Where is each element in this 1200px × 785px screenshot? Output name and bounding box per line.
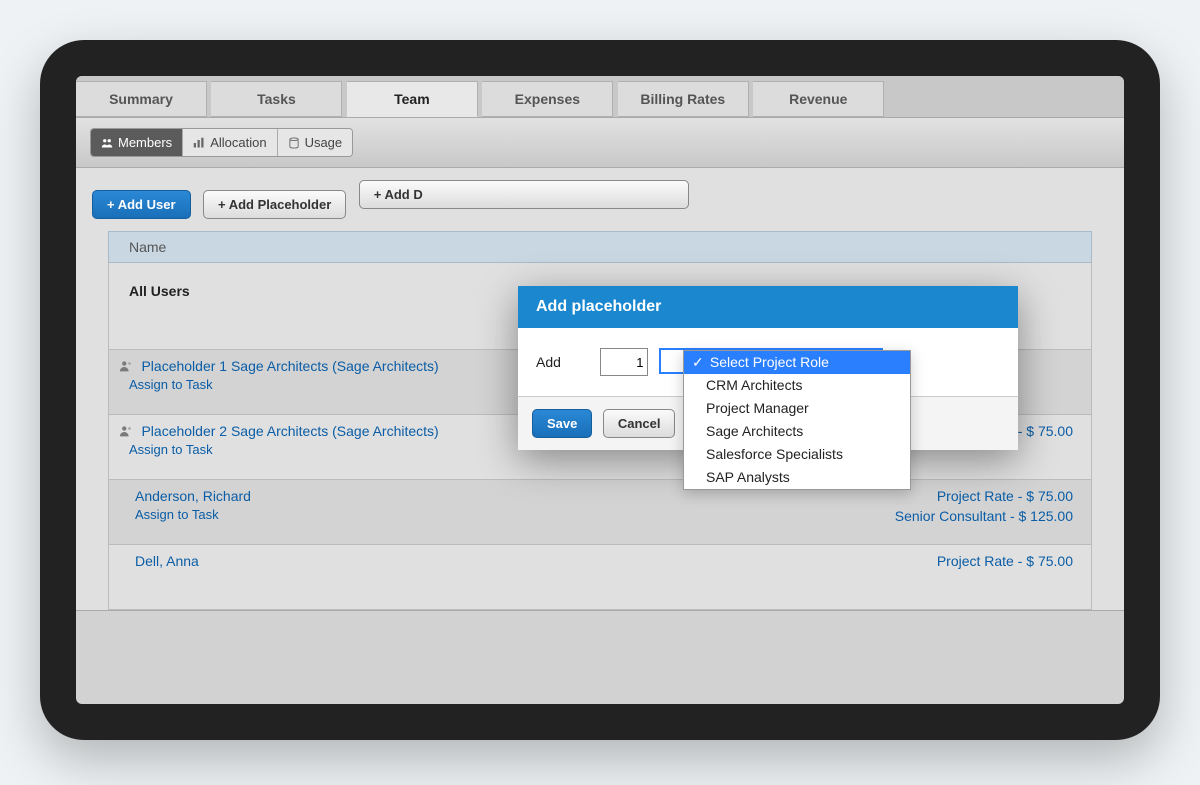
tab-tasks[interactable]: Tasks (211, 81, 342, 117)
subnav-allocation[interactable]: Allocation (183, 129, 277, 156)
subnav-group: Members Allocation Usage (90, 128, 353, 157)
role-option-select-label: Select Project Role (710, 354, 829, 370)
row-anderson-label: Anderson, Richard (135, 488, 251, 504)
modal-title: Add placeholder (518, 286, 1018, 328)
subnav-members[interactable]: Members (91, 129, 183, 156)
role-option-pm[interactable]: Project Manager (684, 397, 910, 420)
role-option-sf[interactable]: Salesforce Specialists (684, 443, 910, 466)
usage-icon (288, 137, 300, 149)
role-option-select[interactable]: ✓ Select Project Role (684, 351, 910, 374)
row-placeholder-2-assign[interactable]: Assign to Task (129, 442, 213, 457)
row-dell-label: Dell, Anna (135, 553, 199, 569)
subnav-usage[interactable]: Usage (278, 129, 353, 156)
subnav-allocation-label: Allocation (210, 135, 266, 150)
tab-billing-rates[interactable]: Billing Rates (618, 81, 749, 117)
row-anderson-rate1: Project Rate - $ 75.00 (937, 488, 1073, 504)
tab-summary[interactable]: Summary (76, 81, 207, 117)
check-icon: ✓ (692, 353, 704, 372)
row-placeholder-1-label: Placeholder 1 Sage Architects (Sage Arch… (141, 358, 438, 374)
tab-expenses[interactable]: Expenses (482, 81, 613, 117)
row-placeholder-2-label: Placeholder 2 Sage Architects (Sage Arch… (141, 423, 438, 439)
modal-add-label: Add (536, 354, 596, 370)
save-button[interactable]: Save (532, 409, 592, 438)
row-placeholder-1-assign[interactable]: Assign to Task (129, 377, 213, 392)
tab-team[interactable]: Team (347, 81, 478, 117)
role-option-crm[interactable]: CRM Architects (684, 374, 910, 397)
add-placeholder-button[interactable]: + Add Placeholder (203, 190, 346, 219)
modal-body: Add ✓ Select Project Role CRM Architects… (518, 328, 1018, 396)
screen: Summary Tasks Team Expenses Billing Rate… (76, 76, 1124, 704)
members-icon (101, 137, 113, 149)
row-all-users-label: All Users (129, 283, 190, 299)
add-placeholder-modal: Add placeholder Add ✓ Select Project Rol… (518, 286, 1018, 450)
placeholder-icon (119, 425, 133, 439)
role-option-sap[interactable]: SAP Analysts (684, 466, 910, 489)
role-option-sage[interactable]: Sage Architects (684, 420, 910, 443)
row-anderson[interactable]: Anderson, Richard Assign to Task Project… (108, 480, 1092, 545)
app-root: Summary Tasks Team Expenses Billing Rate… (0, 0, 1200, 785)
grid-header: Name (108, 231, 1092, 263)
placeholder-icon (119, 360, 133, 374)
role-dropdown[interactable]: ✓ Select Project Role CRM Architects Pro… (683, 350, 911, 490)
top-tabs: Summary Tasks Team Expenses Billing Rate… (76, 76, 1124, 118)
add-department-button[interactable]: + Add D (359, 180, 689, 209)
add-user-button[interactable]: + Add User (92, 190, 191, 219)
cancel-button[interactable]: Cancel (603, 409, 676, 438)
tab-revenue[interactable]: Revenue (753, 81, 884, 117)
col-name: Name (129, 239, 166, 255)
allocation-icon (193, 137, 205, 149)
row-dell[interactable]: Dell, Anna Project Rate - $ 75.00 (108, 545, 1092, 610)
team-subnav: Members Allocation Usage (76, 118, 1124, 168)
subnav-usage-label: Usage (305, 135, 343, 150)
quantity-input[interactable] (600, 348, 648, 376)
row-dell-rate: Project Rate - $ 75.00 (937, 553, 1073, 569)
subnav-members-label: Members (118, 135, 172, 150)
row-anderson-rate2: Senior Consultant - $ 125.00 (895, 508, 1073, 524)
row-anderson-assign[interactable]: Assign to Task (135, 507, 219, 522)
tablet-frame: Summary Tasks Team Expenses Billing Rate… (40, 40, 1160, 740)
